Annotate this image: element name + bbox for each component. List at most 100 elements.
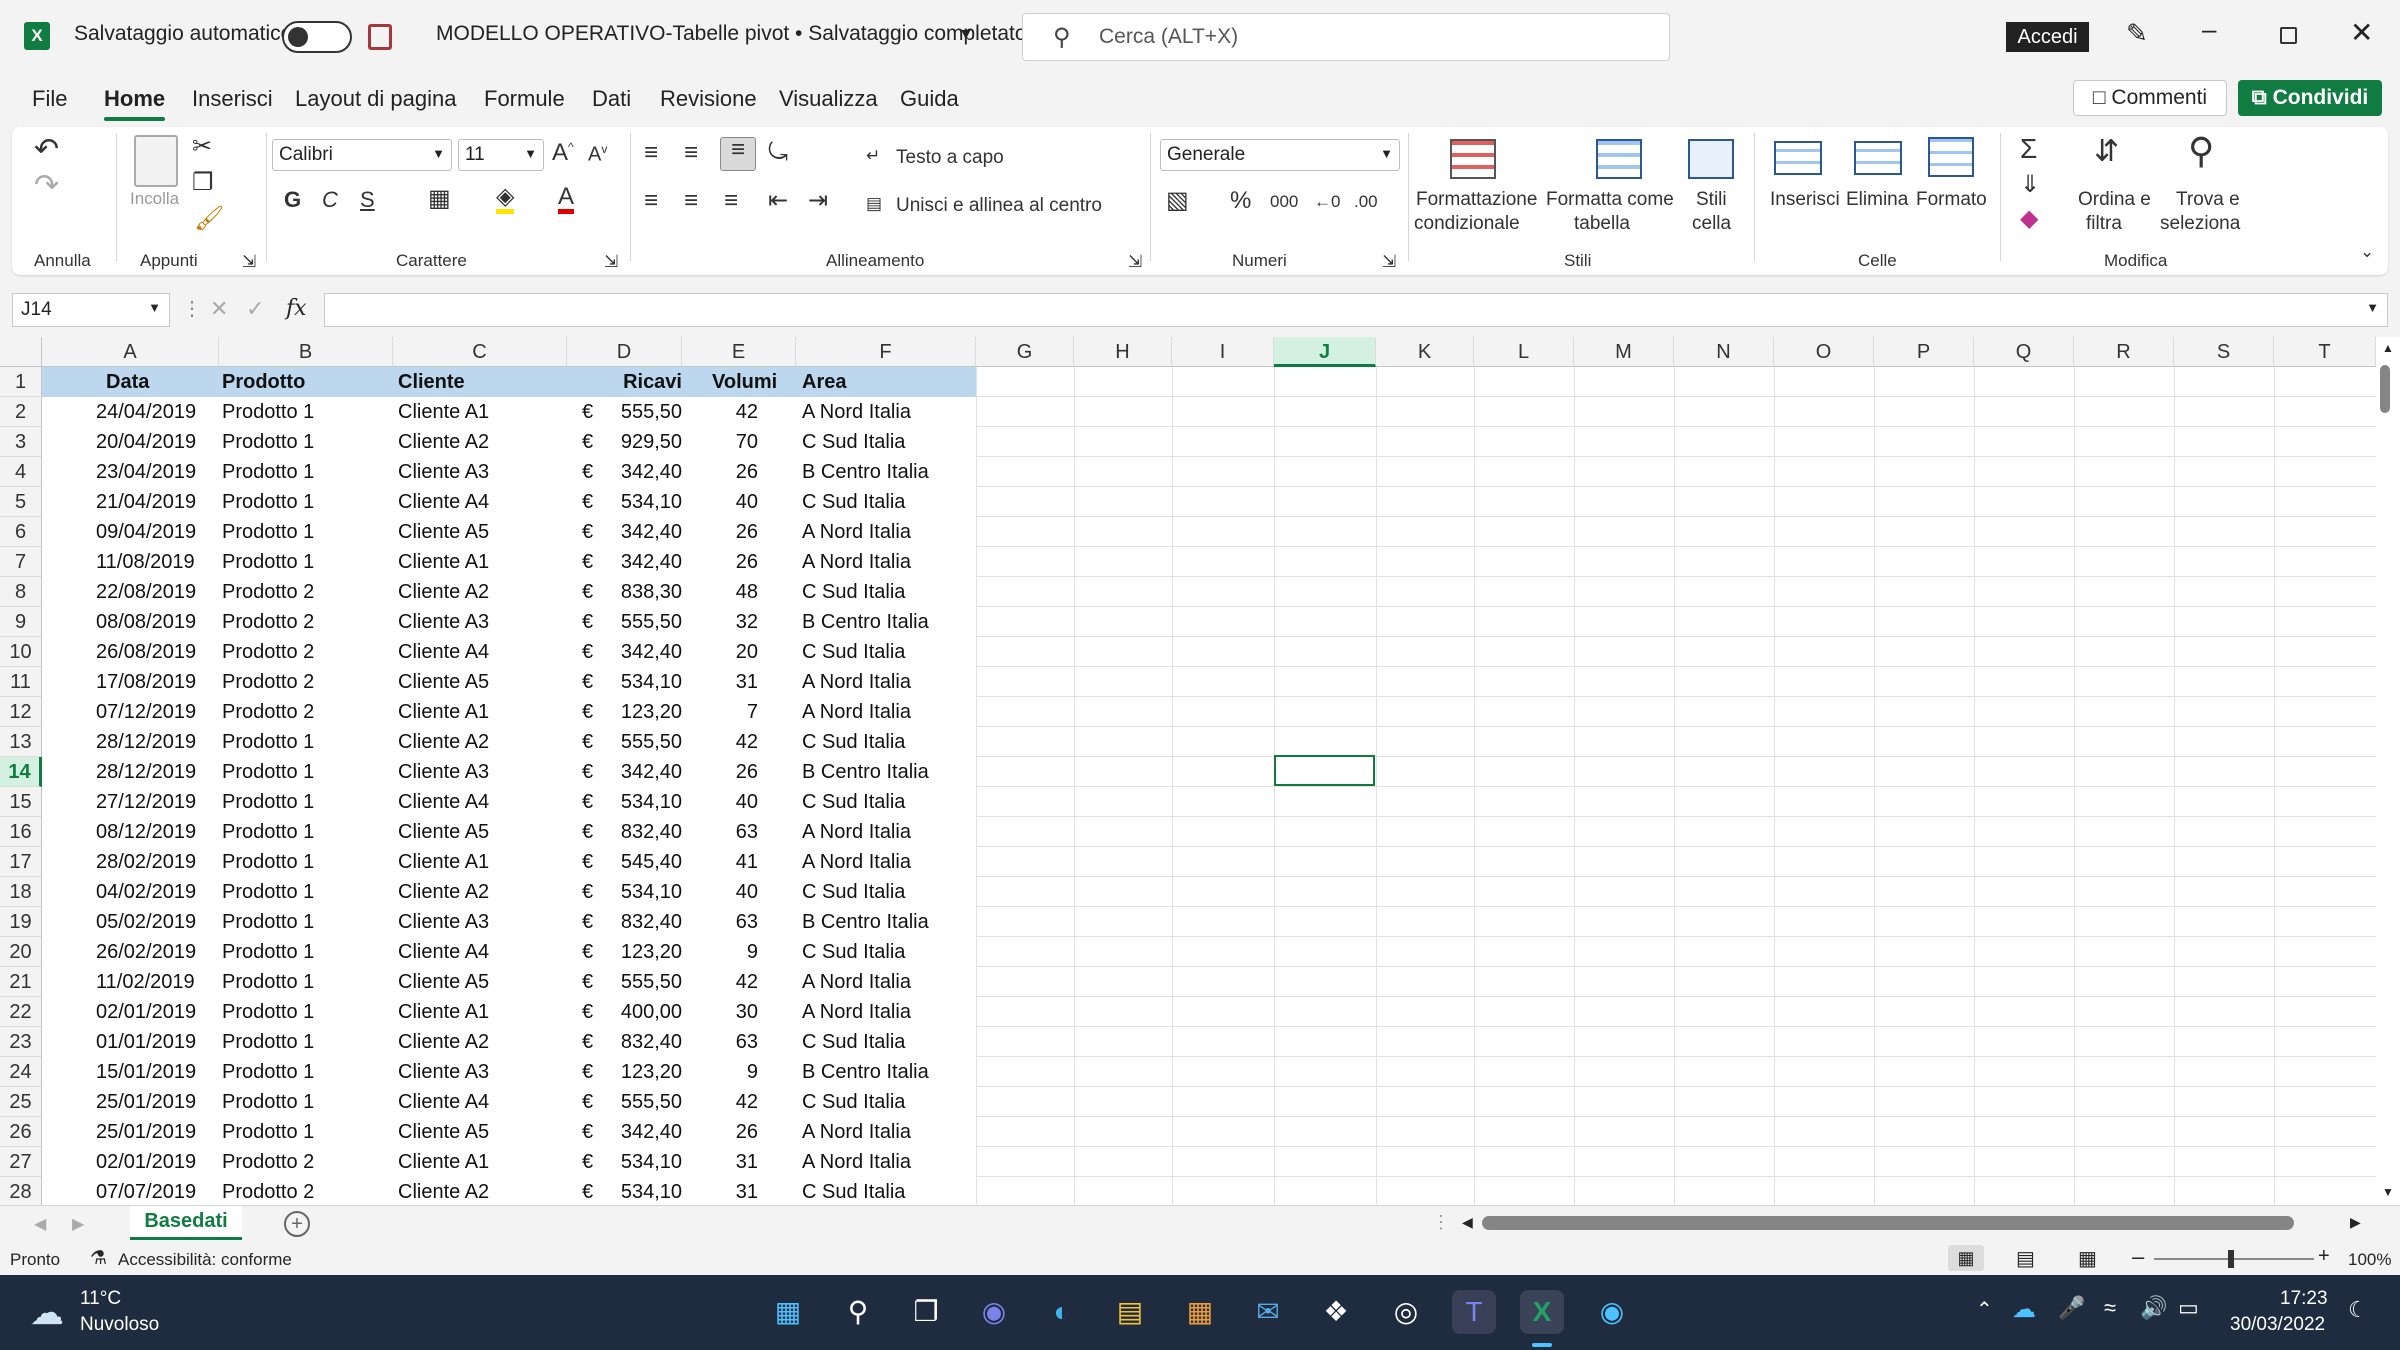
tab-file[interactable]: File (32, 86, 67, 112)
table-cell[interactable]: Cliente A5 (398, 517, 489, 547)
table-cell[interactable]: B Centro Italia (802, 757, 929, 787)
table-cell[interactable]: Cliente A5 (398, 667, 489, 697)
table-cell[interactable]: Cliente A4 (398, 937, 489, 967)
table-cell[interactable]: 40 (736, 877, 758, 907)
zoom-in-icon[interactable]: + (2318, 1245, 2330, 1268)
table-cell[interactable]: Cliente A2 (398, 427, 489, 457)
save-icon[interactable] (368, 24, 392, 50)
table-cell[interactable]: 28/12/2019 (96, 757, 196, 787)
table-cell[interactable]: A Nord Italia (802, 997, 911, 1027)
column-header[interactable]: R (2074, 337, 2174, 367)
tab-data[interactable]: Dati (592, 86, 631, 112)
table-cell[interactable]: Cliente A2 (398, 1027, 489, 1057)
table-cell[interactable]: 7 (747, 697, 758, 727)
table-cell[interactable]: Cliente A3 (398, 607, 489, 637)
table-cell[interactable]: C Sud Italia (802, 727, 905, 757)
table-cell[interactable]: € (582, 907, 593, 937)
row-header[interactable]: 1 (0, 367, 42, 397)
find-select-icon[interactable]: ⚲ (2188, 133, 2214, 169)
autosum-icon[interactable]: Σ (2020, 135, 2037, 163)
comments-button[interactable]: □ Commenti (2073, 80, 2227, 116)
table-cell[interactable]: 9 (747, 1057, 758, 1087)
column-header[interactable]: T (2274, 337, 2376, 367)
sort-filter-icon[interactable]: ⇵ (2094, 137, 2119, 167)
table-cell[interactable]: 15/01/2019 (96, 1057, 196, 1087)
worksheet-grid[interactable]: ABCDEFGHIJKLMNOPQRST 1 2 3 4 5 6 7 8 9 10 11 12 13 14… (0, 337, 2400, 1205)
table-cell[interactable]: 42 (736, 397, 758, 427)
decrease-indent-icon[interactable]: ⇤ (768, 189, 788, 213)
table-cell[interactable]: Prodotto 1 (222, 847, 314, 877)
row-header[interactable]: 18 (0, 877, 42, 907)
store-icon[interactable]: ▦ (1178, 1290, 1222, 1334)
number-format-select[interactable]: Generale ▼ (1160, 139, 1400, 171)
table-cell[interactable]: A Nord Italia (802, 1147, 911, 1177)
merge-center-button[interactable]: Unisci e allinea al centro (896, 195, 1102, 217)
clock-date[interactable]: 30/03/2022 (2230, 1314, 2325, 1336)
table-cell[interactable]: € (582, 637, 593, 667)
insert-function-icon[interactable]: fx (286, 296, 307, 321)
table-cell[interactable]: Prodotto 1 (222, 967, 314, 997)
table-cell[interactable]: Cliente A5 (398, 817, 489, 847)
find-select-button[interactable]: Trova e (2176, 189, 2240, 211)
table-cell[interactable]: 11/02/2019 (96, 967, 195, 997)
show-hidden-icons[interactable]: ⌃ (1976, 1297, 1993, 1322)
paste-icon[interactable] (134, 135, 178, 187)
microphone-icon[interactable]: 🎤 (2058, 1295, 2085, 1321)
table-cell[interactable]: Prodotto 2 (222, 637, 314, 667)
table-cell[interactable]: 63 (736, 1027, 758, 1057)
table-cell[interactable]: Cliente A2 (398, 1177, 489, 1205)
table-cell[interactable]: Prodotto 1 (222, 547, 314, 577)
table-cell[interactable]: Cliente A1 (398, 847, 489, 877)
row-header[interactable]: 4 (0, 457, 42, 487)
table-cell[interactable]: Prodotto 2 (222, 1177, 314, 1205)
weather-condition[interactable]: Nuvoloso (80, 1314, 159, 1336)
table-cell[interactable]: 123,20 (621, 697, 682, 727)
increase-font-icon[interactable]: A^ (552, 141, 574, 165)
table-cell[interactable]: C Sud Italia (802, 937, 905, 967)
table-cell[interactable]: 555,50 (621, 397, 682, 427)
fill-icon[interactable]: ⇓ (2020, 173, 2040, 197)
notifications-icon[interactable]: ☾ (2348, 1297, 2368, 1323)
table-cell[interactable]: 832,40 (621, 817, 682, 847)
table-cell[interactable]: 23/04/2019 (96, 457, 196, 487)
format-table-button-line2[interactable]: tabella (1574, 213, 1630, 235)
row-header[interactable]: 11 (0, 667, 42, 697)
table-cell[interactable]: € (582, 757, 593, 787)
table-cell[interactable]: 28/02/2019 (96, 847, 196, 877)
table-cell[interactable]: Prodotto 1 (222, 517, 314, 547)
table-cell[interactable]: 01/01/2019 (96, 1027, 196, 1057)
row-header[interactable]: 28 (0, 1177, 42, 1205)
table-cell[interactable]: 123,20 (621, 1057, 682, 1087)
table-cell[interactable]: B Centro Italia (802, 607, 929, 637)
row-header[interactable]: 9 (0, 607, 42, 637)
cut-icon[interactable]: ✂ (192, 135, 212, 159)
zoom-out-icon[interactable]: – (2132, 1244, 2144, 1270)
sign-in-button[interactable]: Accedi (2006, 22, 2089, 52)
table-cell[interactable]: Cliente A1 (398, 397, 489, 427)
table-cell[interactable]: Cliente A1 (398, 1147, 489, 1177)
table-cell[interactable]: 70 (736, 427, 758, 457)
table-cell[interactable]: 07/12/2019 (96, 697, 196, 727)
table-cell[interactable]: 09/04/2019 (96, 517, 196, 547)
table-cell[interactable]: 534,10 (621, 487, 682, 517)
table-cell[interactable]: € (582, 457, 593, 487)
wifi-icon[interactable]: ≈ (2104, 1295, 2116, 1321)
table-cell[interactable]: Cliente A4 (398, 487, 489, 517)
increase-indent-icon[interactable]: ⇥ (808, 189, 828, 213)
cancel-entry-icon[interactable]: ✕ (210, 296, 228, 322)
collapse-ribbon-icon[interactable]: ⌄ (2360, 243, 2374, 260)
mail-icon[interactable]: ✉ (1246, 1290, 1290, 1334)
table-cell[interactable]: 31 (736, 1177, 758, 1205)
tab-view[interactable]: Visualizza (779, 86, 878, 112)
share-button[interactable]: ⧉ Condividi (2238, 80, 2382, 116)
table-cell[interactable]: 42 (736, 727, 758, 757)
teams-icon[interactable]: T (1452, 1290, 1496, 1334)
table-cell[interactable]: 342,40 (621, 757, 682, 787)
table-cell[interactable]: 534,10 (621, 787, 682, 817)
cell-styles-icon[interactable] (1688, 139, 1734, 179)
table-cell[interactable]: B Centro Italia (802, 1057, 929, 1087)
table-cell[interactable]: 534,10 (621, 667, 682, 697)
conditional-format-icon[interactable] (1450, 139, 1496, 179)
table-cell[interactable]: € (582, 547, 593, 577)
border-icon[interactable]: ▦ (428, 187, 451, 211)
